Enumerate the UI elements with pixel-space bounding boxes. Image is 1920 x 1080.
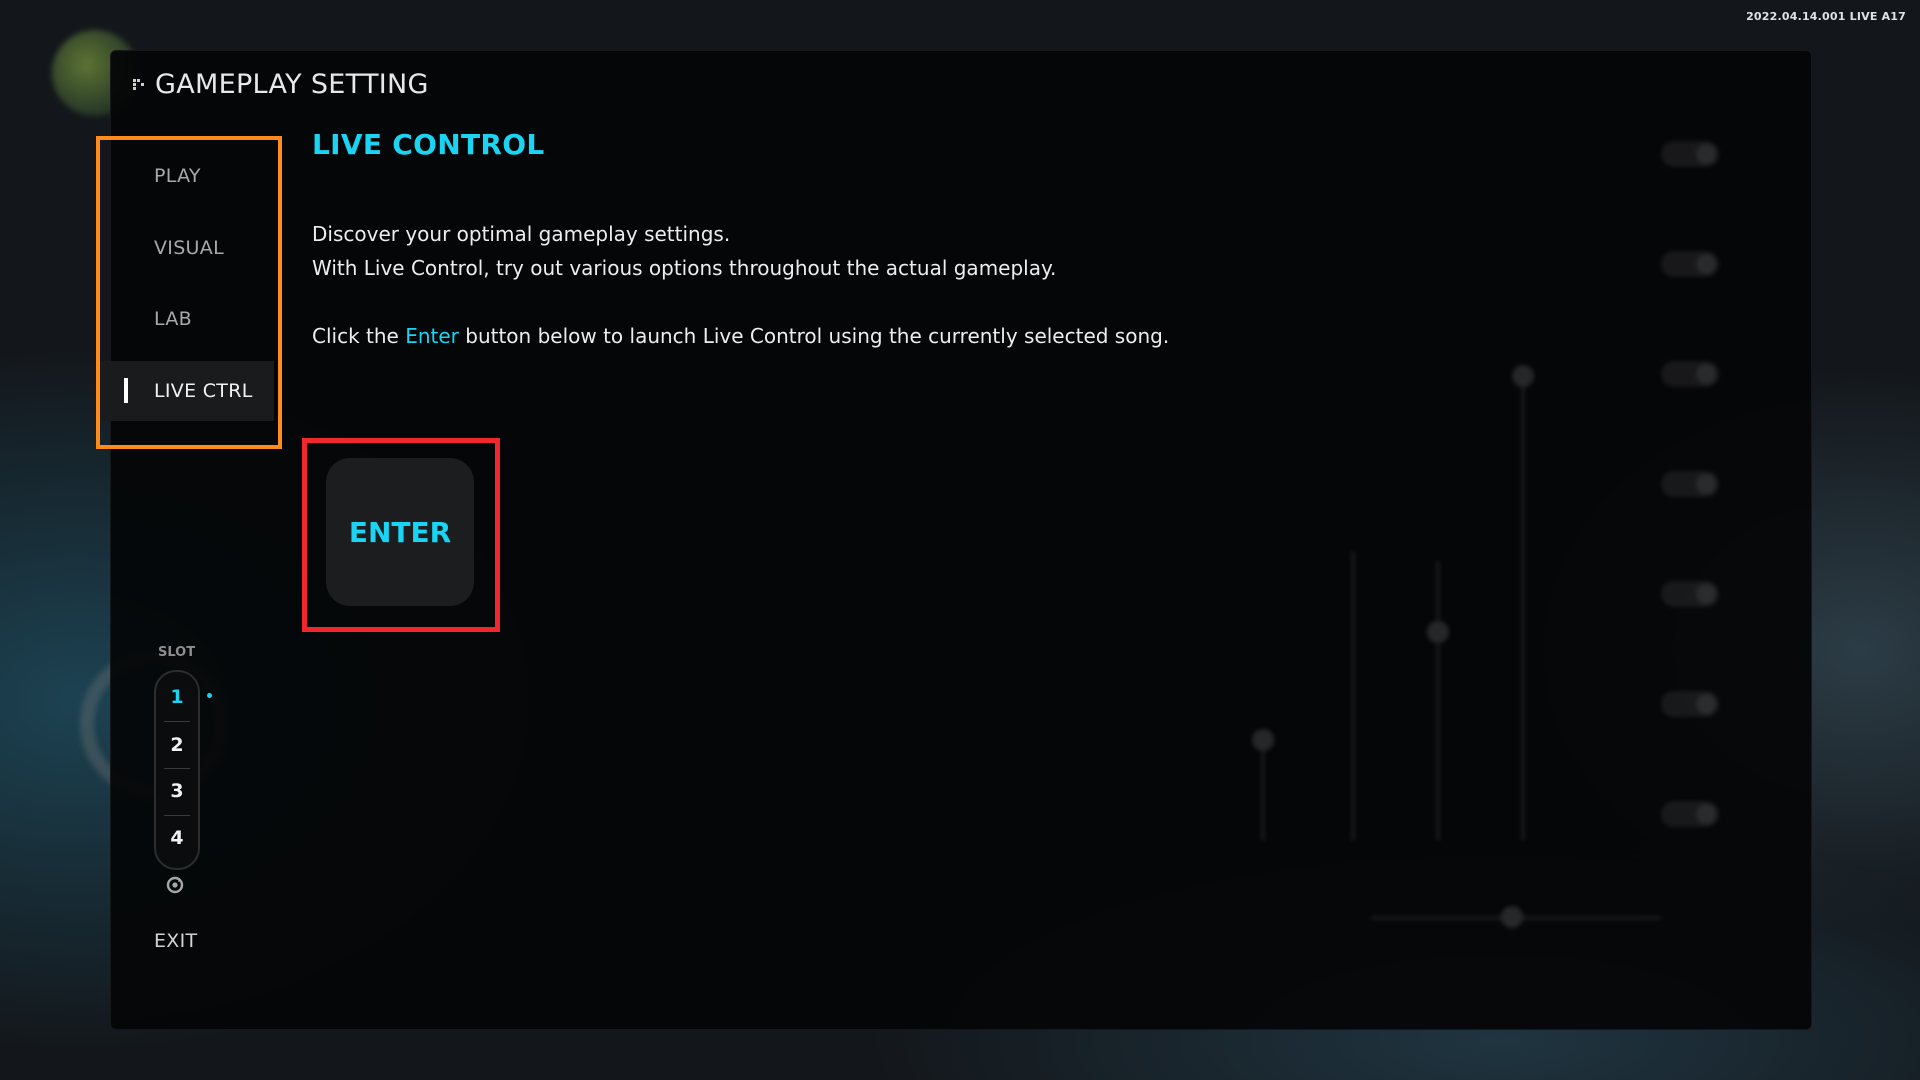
active-slot-dot [207, 693, 212, 698]
description-line-2: With Live Control, try out various optio… [312, 256, 1057, 280]
nav-item-label: PLAY [154, 165, 201, 187]
description: Discover your optimal gameplay settings.… [312, 217, 1612, 285]
nav-item-lab[interactable]: LAB [96, 289, 274, 349]
instruction-enter-link: Enter [405, 324, 459, 348]
description-line-1: Discover your optimal gameplay settings. [312, 222, 731, 246]
nav-item-play[interactable]: PLAY [96, 146, 274, 206]
settings-sidenav: PLAY VISUAL LAB LIVE CTRL [96, 136, 279, 445]
slot-selector: 1 2 3 4 [154, 670, 200, 870]
active-indicator [124, 378, 128, 403]
slot-item-1[interactable]: 1 [156, 674, 198, 720]
nav-item-live-ctrl[interactable]: LIVE CTRL [96, 361, 274, 421]
instruction-after: button below to launch Live Control usin… [458, 324, 1170, 348]
nav-item-label: LAB [154, 308, 192, 330]
panel-header: GAMEPLAY SETTING [133, 69, 429, 100]
version-label: 2022.04.14.001 LIVE A17 [1746, 10, 1906, 23]
content-title: LIVE CONTROL [312, 128, 545, 161]
nav-item-label: VISUAL [154, 237, 224, 259]
background-sliders-ghost [1252, 365, 1661, 931]
grip-icon [133, 78, 145, 91]
panel-title: GAMEPLAY SETTING [155, 69, 429, 100]
slot-label: SLOT [158, 645, 196, 660]
instruction-before: Click the [312, 324, 406, 348]
refresh-icon[interactable] [166, 876, 184, 894]
exit-button[interactable]: EXIT [154, 930, 197, 952]
slot-item-2[interactable]: 2 [156, 722, 198, 768]
slot-item-3[interactable]: 3 [156, 768, 198, 814]
background-settings-ghost [1661, 141, 1719, 911]
nav-item-label: LIVE CTRL [154, 380, 253, 402]
nav-item-visual[interactable]: VISUAL [96, 218, 274, 278]
slot-item-4[interactable]: 4 [156, 815, 198, 861]
instruction: Click the Enter button below to launch L… [312, 319, 1612, 353]
live-control-content: LIVE CONTROL Discover your optimal gamep… [312, 128, 1612, 353]
enter-button[interactable]: ENTER [326, 458, 474, 606]
